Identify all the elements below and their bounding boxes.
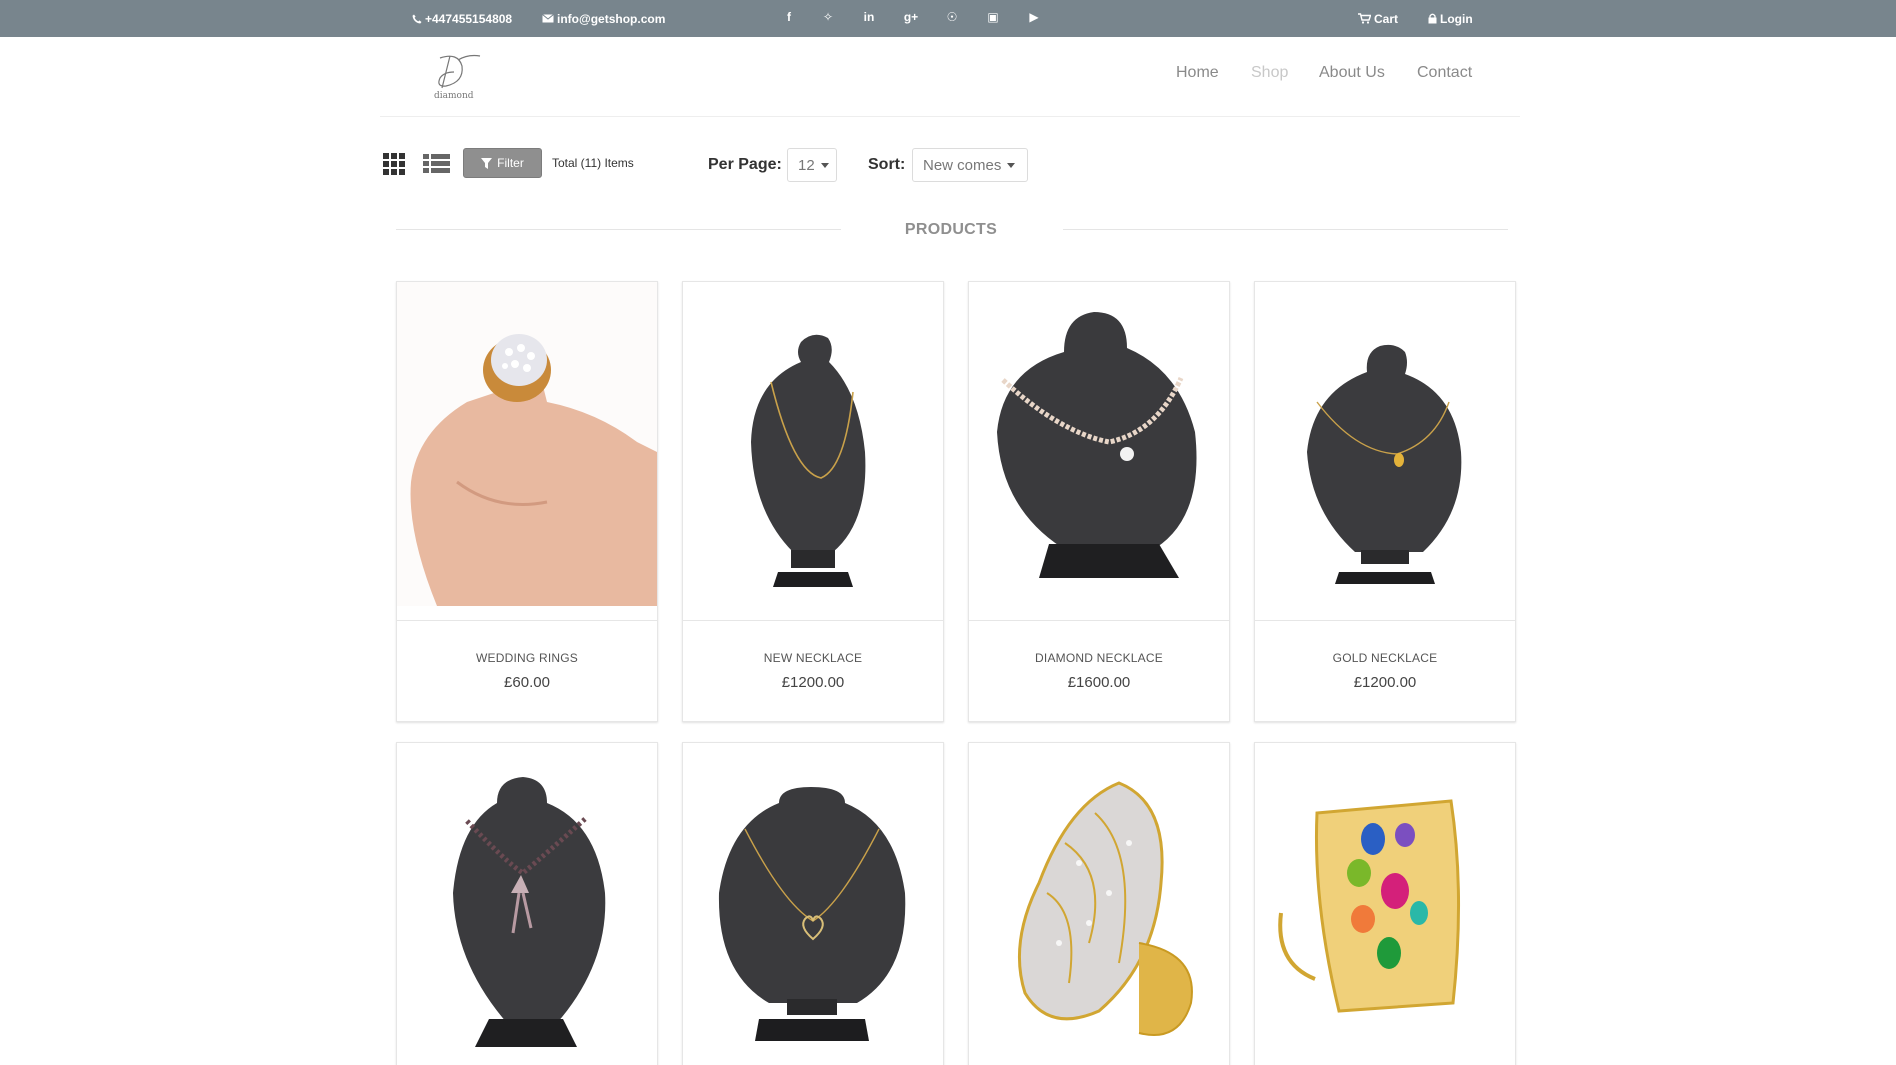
card-divider [969, 620, 1229, 621]
heading-rule-right [1063, 229, 1508, 230]
youtube-icon[interactable]: ▶ [1024, 0, 1044, 33]
product-name[interactable]: NEW NECKLACE [683, 651, 943, 665]
product-card[interactable] [396, 742, 658, 1065]
product-card[interactable]: DIAMOND NECKLACE £1600.00 [968, 281, 1230, 722]
sort-select[interactable]: New comes [912, 148, 1028, 182]
email-address: info@getshop.com [557, 11, 666, 26]
grid-icon [383, 153, 405, 175]
list-icon [423, 154, 450, 173]
brand-logo[interactable]: diamond [428, 52, 498, 102]
cart-icon [1358, 13, 1371, 24]
product-image[interactable] [1255, 743, 1515, 1065]
filter-button[interactable]: Filter [463, 148, 542, 178]
product-name[interactable]: DIAMOND NECKLACE [969, 651, 1229, 665]
product-card[interactable]: WEDDING RINGS £60.00 [396, 281, 658, 722]
caret-down-icon [820, 162, 829, 168]
nav-shop[interactable]: Shop [1251, 64, 1288, 82]
login-link[interactable]: Login [1428, 0, 1473, 37]
total-items: Total (11) Items [552, 156, 634, 170]
product-price: £1200.00 [1353, 674, 1417, 691]
login-label: Login [1440, 11, 1473, 26]
grid-view-button[interactable] [381, 150, 409, 176]
envelope-icon [542, 14, 554, 23]
product-card[interactable] [682, 742, 944, 1065]
google-plus-icon[interactable]: g+ [901, 0, 921, 33]
filter-label: Filter [497, 156, 524, 170]
card-divider [683, 620, 943, 621]
nav-home[interactable]: Home [1176, 64, 1219, 82]
logo-text: diamond [434, 91, 474, 101]
product-image[interactable] [683, 282, 943, 620]
product-price: £1600.00 [1067, 674, 1131, 691]
phone-contact[interactable]: +447455154808 [412, 0, 512, 37]
product-image[interactable] [683, 743, 943, 1065]
lock-icon [1428, 13, 1437, 24]
heading-rule-left [396, 229, 841, 230]
cart-link[interactable]: Cart [1358, 0, 1398, 37]
product-card[interactable] [1254, 742, 1516, 1065]
product-image[interactable] [397, 743, 657, 1065]
product-image[interactable] [1255, 282, 1515, 620]
product-image[interactable] [397, 282, 657, 620]
per-page-select[interactable]: 12 [787, 148, 837, 182]
linkedin-icon[interactable]: in [859, 0, 879, 33]
section-title: PRODUCTS [904, 221, 998, 238]
nav-contact[interactable]: Contact [1417, 64, 1472, 82]
sort-value: New comes [923, 156, 1002, 174]
per-page-label: Per Page: [708, 156, 782, 173]
email-contact[interactable]: info@getshop.com [542, 0, 665, 37]
product-card[interactable]: NEW NECKLACE £1200.00 [682, 281, 944, 722]
product-price: £1200.00 [781, 674, 845, 691]
header-divider [380, 116, 1520, 117]
per-page-value: 12 [798, 156, 815, 174]
instagram-icon[interactable]: ▣ [983, 0, 1003, 33]
phone-icon [412, 14, 422, 24]
product-image[interactable] [969, 743, 1229, 1065]
sort-label: Sort: [868, 156, 906, 173]
cart-label: Cart [1374, 11, 1399, 26]
card-divider [397, 620, 657, 621]
pinterest-icon[interactable]: ☉ [942, 0, 962, 33]
caret-down-icon [1007, 162, 1016, 168]
product-name[interactable]: WEDDING RINGS [397, 651, 657, 665]
card-divider [1255, 620, 1515, 621]
phone-number: +447455154808 [425, 11, 513, 26]
product-card[interactable] [968, 742, 1230, 1065]
twitter-icon[interactable]: ✧ [818, 0, 838, 33]
nav-about-us[interactable]: About Us [1319, 64, 1385, 82]
product-card[interactable]: GOLD NECKLACE £1200.00 [1254, 281, 1516, 722]
product-name[interactable]: GOLD NECKLACE [1255, 651, 1515, 665]
product-image[interactable] [969, 282, 1229, 620]
filter-icon [481, 157, 493, 169]
list-view-button[interactable] [422, 150, 452, 176]
top-bar: +447455154808 info@getshop.com f ✧ in g+… [0, 0, 1896, 37]
facebook-icon[interactable]: f [779, 0, 799, 33]
product-price: £60.00 [504, 674, 550, 691]
